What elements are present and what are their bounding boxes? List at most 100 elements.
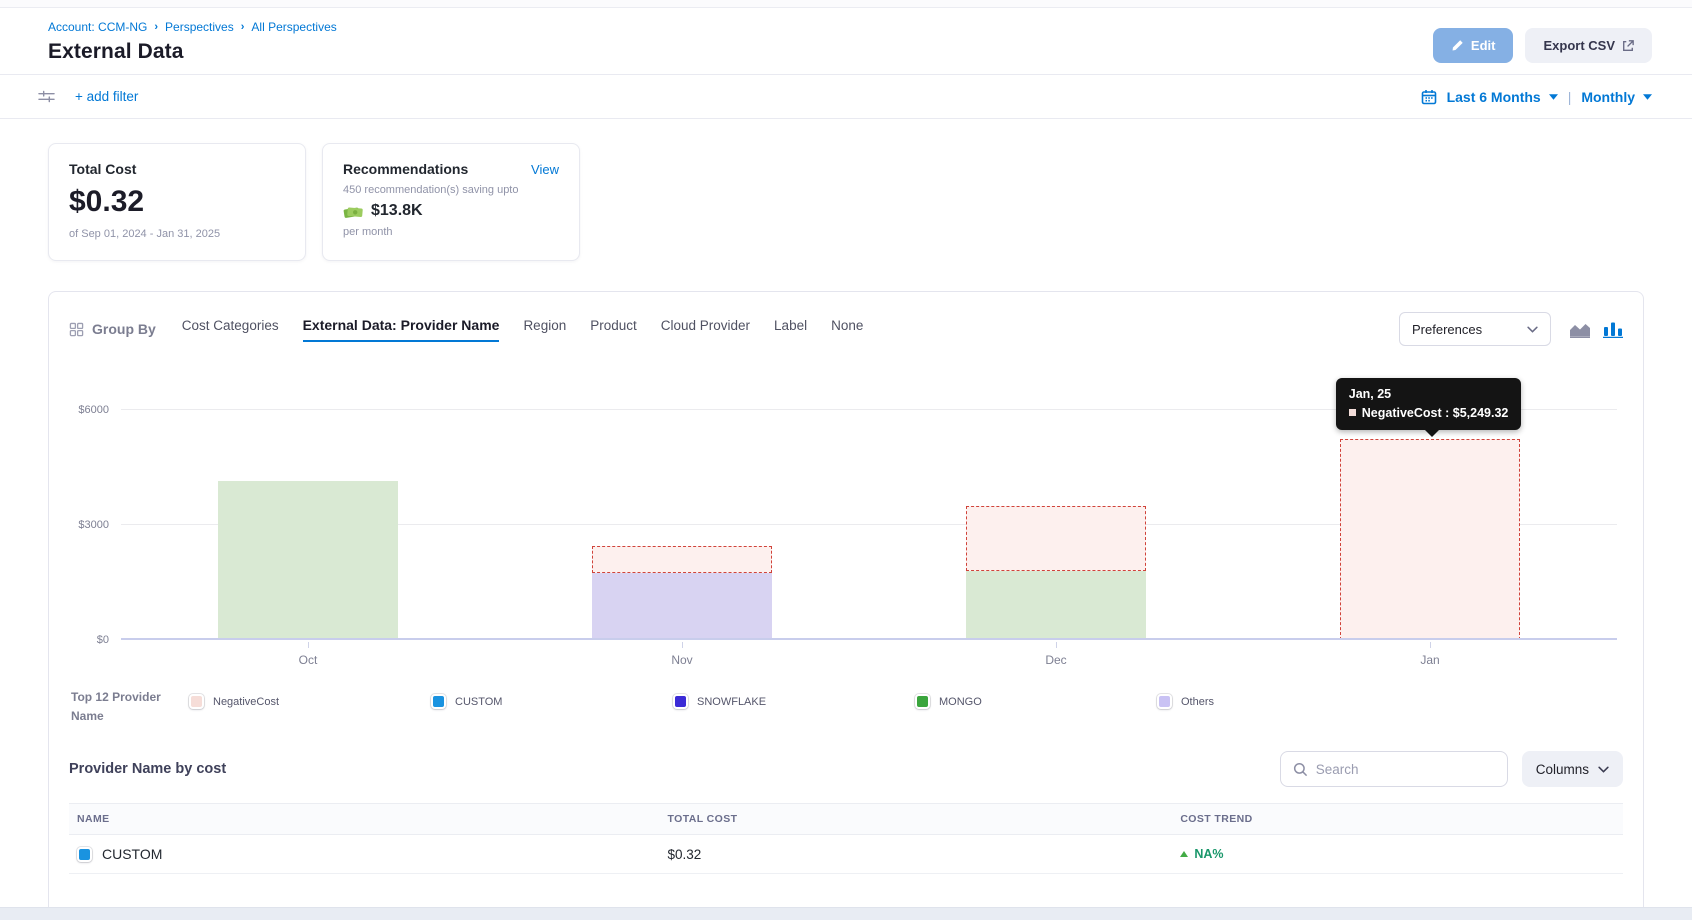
tooltip-arrow: [1425, 430, 1439, 437]
legend-label: Others: [1181, 696, 1214, 708]
tab-none[interactable]: None: [831, 318, 863, 340]
chart-column-dec: Dec: [869, 410, 1243, 640]
bar-segment-negativecost[interactable]: [592, 546, 772, 573]
y-axis-tick-label: $6000: [78, 404, 109, 416]
group-by-row: Group By Cost Categories External Data: …: [69, 312, 1623, 346]
legend-items: NegativeCost CUSTOM SNOWFLAKE MONGO Others: [189, 688, 1623, 709]
table-toolbar: Provider Name by cost Columns: [69, 751, 1623, 787]
tab-label[interactable]: Label: [774, 318, 807, 340]
x-axis-tick: [308, 642, 309, 648]
caret-down-icon: [1643, 94, 1652, 100]
column-header-cost-trend[interactable]: COST TREND: [1172, 804, 1623, 835]
total-cost-period: of Sep 01, 2024 - Jan 31, 2025: [69, 228, 285, 240]
x-axis-tick: [1056, 642, 1057, 648]
page-header: Account: CCM-NG › Perspectives › All Per…: [0, 8, 1692, 75]
recommendations-subtitle: 450 recommendation(s) saving upto: [343, 184, 559, 196]
tab-cost-categories[interactable]: Cost Categories: [182, 318, 279, 340]
breadcrumb-separator: ›: [241, 21, 245, 33]
bar-segment-mongo[interactable]: [966, 571, 1146, 640]
granularity-label: Monthly: [1581, 89, 1635, 105]
chevron-down-icon: [1527, 326, 1538, 333]
perspective-panel: Group By Cost Categories External Data: …: [48, 291, 1644, 914]
chart-plot: OctNovDecJan Jan, 25 NegativeCost : $5,2…: [121, 410, 1617, 640]
columns-button[interactable]: Columns: [1522, 751, 1623, 787]
page: Account: CCM-NG › Perspectives › All Per…: [0, 0, 1692, 920]
breadcrumb-account[interactable]: Account: CCM-NG: [48, 20, 147, 34]
page-title: External Data: [48, 40, 337, 64]
top-strip: [0, 0, 1692, 8]
column-header-name[interactable]: NAME: [69, 804, 660, 835]
x-axis-label: Nov: [495, 653, 869, 667]
tab-product[interactable]: Product: [590, 318, 637, 340]
tooltip-series-bullet: [1349, 409, 1356, 416]
bar-segment-negativecost[interactable]: [1340, 439, 1520, 640]
calendar-icon: [1421, 89, 1437, 105]
add-filter-button[interactable]: + add filter: [75, 89, 138, 104]
legend-swatch: [1157, 694, 1172, 709]
area-chart-icon[interactable]: [1569, 321, 1591, 338]
legend-swatch: [673, 694, 688, 709]
filter-settings-icon[interactable]: [38, 89, 55, 104]
recommendations-suffix: per month: [343, 226, 559, 238]
tab-cloud-provider[interactable]: Cloud Provider: [661, 318, 750, 340]
bottom-strip: [0, 907, 1692, 920]
recommendations-view-link[interactable]: View: [531, 162, 559, 177]
row-provider-swatch: [77, 847, 92, 862]
y-axis-tick-label: $3000: [78, 519, 109, 531]
group-by-tabs: Cost Categories External Data: Provider …: [182, 317, 1399, 342]
table-row-custom[interactable]: CUSTOM $0.32 NA%: [69, 835, 1623, 874]
x-axis-label: Oct: [121, 653, 495, 667]
tab-external-data-provider-name[interactable]: External Data: Provider Name: [303, 317, 500, 342]
chart-column-jan: Jan: [1243, 410, 1617, 640]
table-title: Provider Name by cost: [69, 761, 226, 777]
bar-segment-negativecost[interactable]: [966, 506, 1146, 571]
legend-swatch: [431, 694, 446, 709]
search-input[interactable]: [1316, 762, 1495, 777]
granularity-dropdown[interactable]: Monthly: [1581, 89, 1652, 105]
preferences-dropdown[interactable]: Preferences: [1399, 312, 1551, 346]
export-csv-label: Export CSV: [1543, 38, 1615, 53]
bar-jan[interactable]: [1340, 410, 1520, 640]
breadcrumb-all-perspectives[interactable]: All Perspectives: [251, 20, 336, 34]
search-icon: [1293, 762, 1308, 777]
legend-swatch: [189, 694, 204, 709]
breadcrumb-perspectives[interactable]: Perspectives: [165, 20, 234, 34]
date-range-dropdown[interactable]: Last 6 Months: [1447, 89, 1558, 105]
row-cost-trend: NA%: [1180, 847, 1615, 861]
table-search: [1280, 751, 1508, 787]
bar-chart-icon[interactable]: [1603, 321, 1623, 338]
legend-label: SNOWFLAKE: [697, 696, 766, 708]
layout-grid-icon: [69, 322, 84, 337]
bar-segment-mongo[interactable]: [218, 481, 398, 640]
x-axis-line: [121, 638, 1617, 640]
tab-region[interactable]: Region: [523, 318, 566, 340]
bar-segment-others[interactable]: [592, 573, 772, 640]
breadcrumb: Account: CCM-NG › Perspectives › All Per…: [48, 20, 337, 34]
bar-dec[interactable]: [966, 410, 1146, 640]
row-provider-name: CUSTOM: [102, 846, 162, 862]
chart-slots: OctNovDecJan: [121, 410, 1617, 640]
edit-button[interactable]: Edit: [1433, 28, 1514, 63]
group-by-label: Group By: [69, 321, 156, 337]
legend-title: Top 12 Provider Name: [71, 688, 189, 725]
export-csv-button[interactable]: Export CSV: [1525, 28, 1652, 63]
legend-item-others[interactable]: Others: [1157, 694, 1399, 709]
legend-item-mongo[interactable]: MONGO: [915, 694, 1157, 709]
provider-cost-table: NAME TOTAL COST COST TREND CUSTOM $: [69, 803, 1623, 874]
pencil-icon: [1451, 39, 1464, 52]
bar-nov[interactable]: [592, 410, 772, 640]
legend-label: CUSTOM: [455, 696, 502, 708]
legend-item-custom[interactable]: CUSTOM: [431, 694, 673, 709]
header-actions: Edit Export CSV: [1433, 28, 1652, 63]
chart-column-oct: Oct: [121, 410, 495, 640]
chart-column-nov: Nov: [495, 410, 869, 640]
legend-swatch: [915, 694, 930, 709]
trend-value: NA%: [1194, 847, 1223, 861]
bar-oct[interactable]: [218, 410, 398, 640]
legend-item-snowflake[interactable]: SNOWFLAKE: [673, 694, 915, 709]
legend-item-negativecost[interactable]: NegativeCost: [189, 694, 431, 709]
row-total-cost: $0.32: [660, 835, 1173, 874]
y-axis-tick-label: $0: [97, 634, 109, 646]
column-header-total-cost[interactable]: TOTAL COST: [660, 804, 1173, 835]
recommendations-card: Recommendations View 450 recommendation(…: [322, 143, 580, 261]
